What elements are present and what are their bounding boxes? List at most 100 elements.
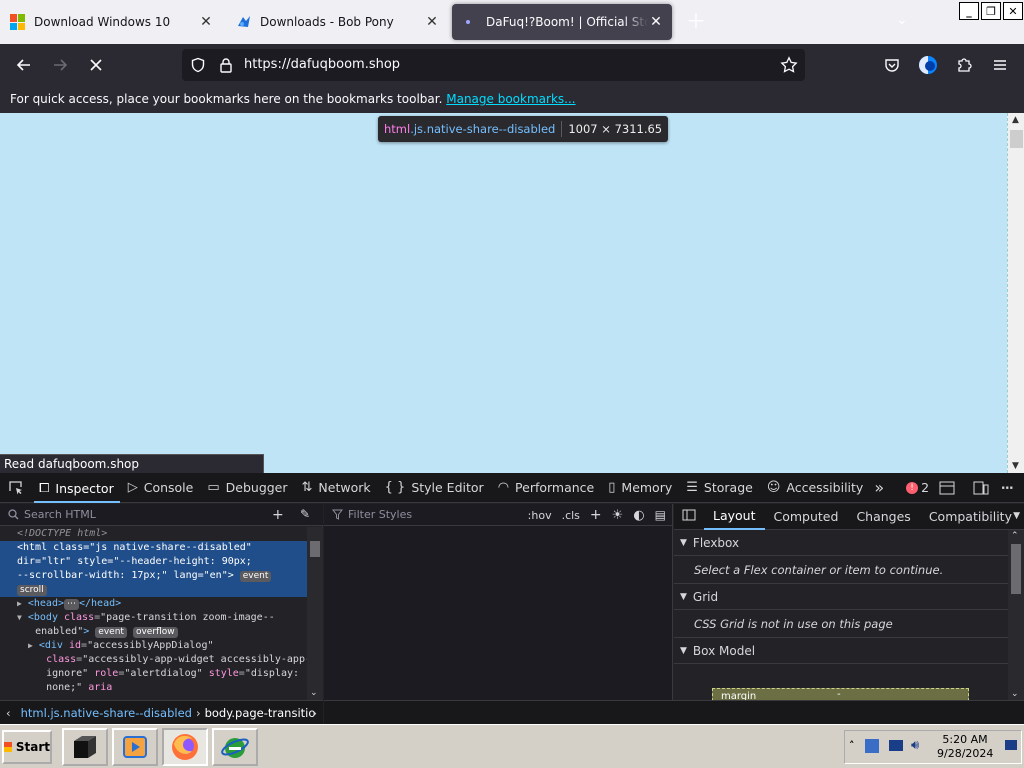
- lock-icon[interactable]: [219, 57, 233, 73]
- scroll-down-icon[interactable]: ▼: [1012, 461, 1019, 471]
- search-html-field[interactable]: Search HTML + ✎: [0, 504, 323, 526]
- star-icon[interactable]: [780, 56, 798, 74]
- url-bar[interactable]: https://dafuqboom.shop: [182, 49, 805, 81]
- tab-console[interactable]: ▷ Console: [121, 473, 201, 503]
- tab-download-windows[interactable]: Download Windows 10 ✕: [0, 4, 222, 40]
- tab-performance[interactable]: ◠ Performance: [491, 473, 602, 503]
- devtools-menu-button[interactable]: ⋯: [995, 473, 1020, 503]
- back-button[interactable]: [10, 51, 38, 79]
- scrollbar-thumb[interactable]: [1011, 544, 1021, 594]
- markup-view: Search HTML + ✎ <!DOCTYPE html> <html cl…: [0, 504, 323, 700]
- app-menu-button[interactable]: [986, 51, 1014, 79]
- tab-style-editor[interactable]: { } Style Editor: [378, 473, 491, 503]
- chevron-down-icon[interactable]: ⌄: [310, 688, 318, 698]
- taskbar-app-ie[interactable]: [212, 728, 258, 766]
- show-desktop-icon[interactable]: [1005, 740, 1017, 750]
- event-badge[interactable]: event: [95, 627, 127, 638]
- tab-memory[interactable]: ▯ Memory: [601, 473, 679, 503]
- add-rule-icon[interactable]: +: [590, 507, 602, 523]
- page-content[interactable]: [0, 113, 1007, 473]
- scrollbar-thumb[interactable]: [1010, 130, 1023, 148]
- chevron-up-icon[interactable]: ⌃: [1011, 531, 1019, 541]
- taskbar-app-terminal[interactable]: [62, 728, 108, 766]
- tray-expand-icon[interactable]: ˄: [849, 739, 855, 752]
- dark-mode-icon[interactable]: ◐: [633, 508, 644, 523]
- markup-body-node[interactable]: ▼ <body class="page-transition zoom-imag…: [0, 611, 307, 639]
- pick-element-button[interactable]: [0, 473, 32, 503]
- tab-bob-pony[interactable]: Downloads - Bob Pony ✕: [226, 4, 448, 40]
- maximize-button[interactable]: ❐: [981, 2, 1001, 20]
- volume-tray-icon[interactable]: 🔊︎: [911, 738, 919, 753]
- pocket-button[interactable]: [878, 51, 906, 79]
- collapsed-badge[interactable]: ⋯: [63, 599, 79, 610]
- sidebar-scrollbar[interactable]: ⌃ ⌄: [1008, 530, 1024, 700]
- markup-html-node[interactable]: <html class="js native-share--disabled" …: [0, 541, 307, 597]
- chevron-down-icon[interactable]: ⌄: [1011, 689, 1019, 699]
- markup-scrollbar[interactable]: ⌄: [307, 527, 323, 700]
- overflow-badge[interactable]: overflow: [132, 627, 178, 638]
- forward-button[interactable]: [46, 51, 74, 79]
- taskbar-app-media-player[interactable]: [112, 728, 158, 766]
- scroll-up-icon[interactable]: ▲: [1012, 115, 1019, 125]
- box-model-header[interactable]: ▼ Box Model: [674, 638, 1008, 664]
- tab-layout[interactable]: Layout: [704, 504, 765, 530]
- tab-inspector[interactable]: ⧠ Inspector: [32, 473, 121, 503]
- page-scrollbar[interactable]: ▲ ▼: [1007, 113, 1024, 473]
- flexbox-header[interactable]: ▼ Flexbox: [674, 530, 1008, 556]
- close-icon[interactable]: ✕: [198, 14, 214, 30]
- manage-bookmarks-link[interactable]: Manage bookmarks...: [446, 92, 575, 106]
- shield-icon[interactable]: [190, 57, 206, 73]
- start-button[interactable]: Start: [2, 730, 52, 764]
- new-tab-button[interactable]: ＋: [684, 10, 708, 34]
- network-tray-icon[interactable]: [865, 739, 879, 753]
- scroll-badge[interactable]: scroll: [17, 585, 47, 596]
- markup-div-node[interactable]: ▶ <div id="accessiblyAppDialog" class="a…: [0, 639, 307, 695]
- account-button[interactable]: [914, 51, 942, 79]
- markup-tree[interactable]: <!DOCTYPE html> <html class="js native-s…: [0, 527, 307, 700]
- tab-debugger[interactable]: ▭ Debugger: [200, 473, 294, 503]
- split-console-button[interactable]: [933, 473, 961, 503]
- breadcrumb-prev-icon[interactable]: ‹: [0, 706, 17, 720]
- breadcrumb-html[interactable]: html.js.native-share--disabled: [17, 706, 196, 720]
- breadcrumb-body[interactable]: body.page-transitio: [201, 706, 320, 720]
- tab-network[interactable]: ⇅ Network: [295, 473, 378, 503]
- chevron-down-icon[interactable]: ▼: [1013, 511, 1020, 521]
- tab-accessibility[interactable]: ☺ Accessibility: [760, 473, 870, 503]
- hov-button[interactable]: :hov: [528, 509, 552, 522]
- close-icon[interactable]: ✕: [424, 14, 440, 30]
- tab-storage[interactable]: ☰ Storage: [679, 473, 760, 503]
- close-icon[interactable]: ✕: [648, 14, 664, 30]
- braces-icon: { }: [384, 480, 406, 495]
- more-tools-button[interactable]: »: [870, 473, 888, 503]
- more-options-icon: ⋯: [1001, 480, 1014, 495]
- list-all-tabs-button[interactable]: ⌄: [892, 12, 912, 32]
- taskbar-app-firefox[interactable]: [162, 728, 208, 766]
- filter-styles-field[interactable]: Filter Styles :hov .cls + ☀ ◐ ▤: [324, 504, 672, 526]
- margin-top-value[interactable]: -: [837, 689, 841, 700]
- breadcrumb-next-icon[interactable]: ›: [312, 706, 317, 720]
- tab-compatibility[interactable]: Compatibility: [920, 504, 1021, 530]
- close-window-button[interactable]: ✕: [1003, 2, 1023, 20]
- stop-button[interactable]: [82, 51, 110, 79]
- clock[interactable]: 5:20 AM 9/28/2024: [937, 733, 993, 761]
- event-badge[interactable]: event: [239, 571, 272, 582]
- minimize-button[interactable]: _: [959, 2, 979, 20]
- url-text[interactable]: https://dafuqboom.shop: [244, 57, 400, 72]
- display-tray-icon[interactable]: [889, 740, 903, 751]
- error-count-button[interactable]: ! 2: [902, 473, 933, 503]
- light-mode-icon[interactable]: ☀: [612, 508, 624, 523]
- grid-header[interactable]: ▼ Grid: [674, 584, 1008, 610]
- dock-side-button[interactable]: [967, 473, 995, 503]
- tab-computed[interactable]: Computed: [765, 504, 848, 530]
- close-devtools-button[interactable]: ✕: [1020, 473, 1024, 503]
- tab-dafuqboom[interactable]: DaFuq!?Boom! | Official Store of ✕: [452, 4, 672, 40]
- tab-changes[interactable]: Changes: [847, 504, 919, 530]
- print-media-icon[interactable]: ▤: [655, 508, 666, 522]
- eyedropper-icon[interactable]: ✎: [300, 507, 310, 521]
- cls-button[interactable]: .cls: [562, 509, 580, 522]
- toggle-sidebar-icon[interactable]: [674, 509, 704, 524]
- scrollbar-thumb[interactable]: [310, 541, 320, 557]
- markup-head-node[interactable]: ▶ <head> ⋯ </head>: [0, 597, 307, 611]
- extensions-button[interactable]: [950, 51, 978, 79]
- add-node-icon[interactable]: +: [272, 507, 284, 523]
